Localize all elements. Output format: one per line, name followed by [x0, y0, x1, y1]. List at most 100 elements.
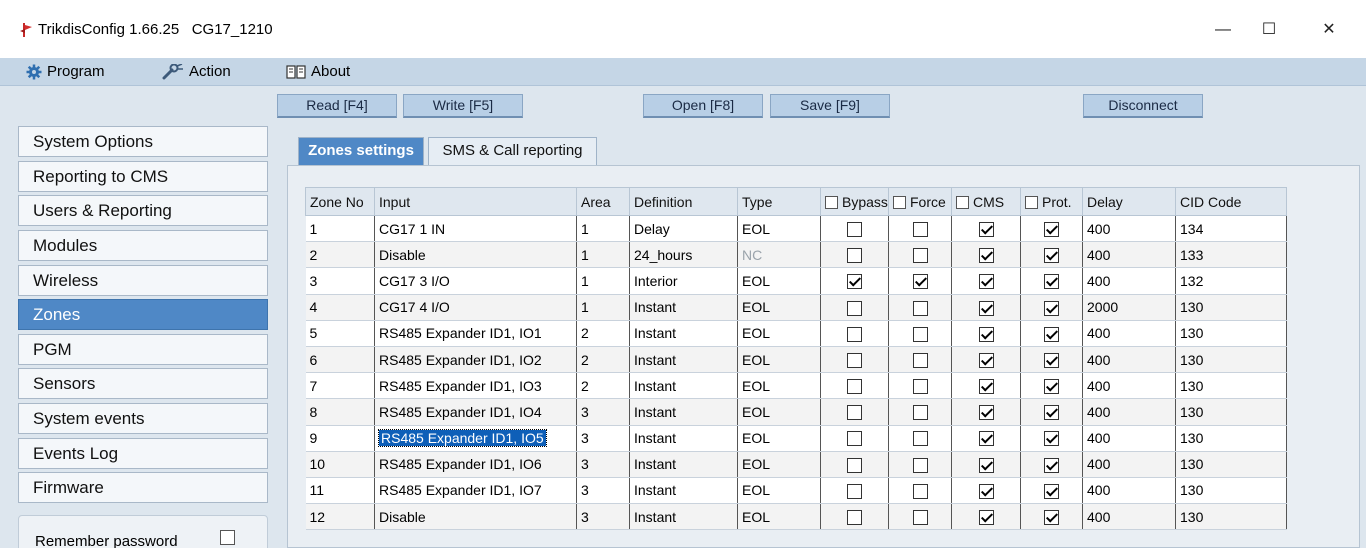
cell-type[interactable]: EOL: [737, 425, 821, 452]
bypass-checkbox[interactable]: [847, 457, 862, 473]
bypass-checkbox[interactable]: [847, 221, 862, 237]
cell-area[interactable]: 1: [576, 294, 630, 321]
write-button[interactable]: Write [F5]: [403, 94, 523, 118]
force-checkbox[interactable]: [912, 510, 928, 526]
force-checkbox[interactable]: [912, 300, 928, 316]
bypass-checkbox[interactable]: [847, 274, 862, 290]
open-button[interactable]: Open [F8]: [643, 94, 763, 118]
cell-cid[interactable]: 130: [1175, 398, 1287, 426]
save-button[interactable]: Save [F9]: [770, 94, 890, 118]
cell-definition[interactable]: 24_hours: [629, 241, 738, 269]
cell-type[interactable]: NC: [737, 241, 821, 269]
cell-delay[interactable]: 400: [1082, 477, 1176, 505]
cell-input[interactable]: RS485 Expander ID1, IO2: [374, 346, 577, 374]
menu-program[interactable]: Program: [26, 62, 105, 82]
cell-area[interactable]: 3: [576, 477, 630, 505]
table-row[interactable]: 7 RS485 Expander ID1, IO3 2 Instant EOL 400 13…: [305, 372, 1287, 400]
cell-zone[interactable]: 5: [305, 320, 375, 347]
cell-type[interactable]: EOL: [737, 372, 821, 400]
cell-definition[interactable]: Instant: [629, 346, 738, 374]
prot-checkbox[interactable]: [1044, 431, 1059, 447]
maximize-button[interactable]: ☐: [1254, 18, 1284, 42]
prot-checkbox[interactable]: [1044, 510, 1059, 526]
bypass-checkbox[interactable]: [847, 248, 862, 264]
prot-checkbox[interactable]: [1044, 300, 1059, 316]
cell-definition[interactable]: Instant: [629, 477, 738, 505]
minimize-button[interactable]: —: [1208, 18, 1238, 42]
cms-checkbox[interactable]: [978, 379, 994, 395]
table-row[interactable]: 8 RS485 Expander ID1, IO4 3 Instant EOL 400 13…: [305, 398, 1287, 426]
table-row[interactable]: 10 RS485 Expander ID1, IO6 3 Instant EOL 400 1…: [305, 451, 1287, 478]
force-checkbox[interactable]: [912, 274, 928, 290]
cell-cid[interactable]: 130: [1175, 451, 1287, 478]
sidebar-item-modules[interactable]: Modules: [18, 230, 268, 261]
prot-checkbox[interactable]: [1044, 352, 1059, 368]
cell-input[interactable]: Disable: [374, 241, 577, 269]
force-checkbox[interactable]: [912, 248, 928, 264]
bypass-checkbox[interactable]: [847, 431, 862, 447]
cell-zone[interactable]: 1: [305, 215, 375, 243]
disconnect-button[interactable]: Disconnect: [1083, 94, 1203, 118]
force-checkbox[interactable]: [912, 405, 928, 421]
sidebar-item-reporting-to-cms[interactable]: Reporting to CMS: [18, 161, 268, 192]
prot-checkbox[interactable]: [1044, 379, 1059, 395]
sidebar-item-system-options[interactable]: System Options: [18, 126, 268, 157]
bypass-checkbox[interactable]: [847, 352, 862, 368]
cell-area[interactable]: 2: [576, 320, 630, 347]
cell-type[interactable]: EOL: [737, 267, 821, 295]
cell-delay[interactable]: 400: [1082, 503, 1176, 531]
cell-input[interactable]: CG17 3 I/O: [374, 267, 577, 295]
col-input[interactable]: Input: [374, 187, 577, 216]
cell-definition[interactable]: Instant: [629, 372, 738, 400]
cell-definition[interactable]: Delay: [629, 215, 738, 243]
force-checkbox[interactable]: [912, 326, 928, 342]
cell-zone[interactable]: 7: [305, 372, 375, 400]
cell-delay[interactable]: 400: [1082, 451, 1176, 478]
cell-area[interactable]: 3: [576, 503, 630, 531]
cell-input[interactable]: RS485 Expander ID1, IO3: [374, 372, 577, 400]
cell-delay[interactable]: 400: [1082, 398, 1176, 426]
cell-cid[interactable]: 130: [1175, 503, 1287, 531]
tab-sms-call-reporting[interactable]: SMS & Call reporting: [428, 137, 597, 165]
sidebar-item-events-log[interactable]: Events Log: [18, 438, 268, 469]
bypass-checkbox[interactable]: [847, 510, 862, 526]
cms-checkbox[interactable]: [978, 248, 994, 264]
col-definition[interactable]: Definition: [629, 187, 738, 216]
cell-area[interactable]: 3: [576, 451, 630, 478]
table-row[interactable]: 11 RS485 Expander ID1, IO7 3 Instant EOL 400 1…: [305, 477, 1287, 505]
cell-input[interactable]: RS485 Expander ID1, IO5: [374, 425, 577, 452]
cell-definition[interactable]: Instant: [629, 503, 738, 531]
cell-definition[interactable]: Interior: [629, 267, 738, 295]
cell-type[interactable]: EOL: [737, 451, 821, 478]
cell-delay[interactable]: 400: [1082, 241, 1176, 269]
sidebar-item-firmware[interactable]: Firmware: [18, 472, 268, 503]
prot-checkbox[interactable]: [1044, 483, 1059, 499]
col-delay[interactable]: Delay: [1082, 187, 1176, 216]
cell-zone[interactable]: 3: [305, 267, 375, 295]
cms-checkbox[interactable]: [978, 300, 994, 316]
sidebar-item-system-events[interactable]: System events: [18, 403, 268, 434]
force-checkbox[interactable]: [912, 379, 928, 395]
cell-zone[interactable]: 10: [305, 451, 375, 478]
menu-about[interactable]: About: [286, 62, 350, 82]
cms-all-checkbox[interactable]: [956, 195, 969, 209]
prot-checkbox[interactable]: [1044, 405, 1059, 421]
cell-type[interactable]: EOL: [737, 294, 821, 321]
force-checkbox[interactable]: [912, 352, 928, 368]
prot-all-checkbox[interactable]: [1025, 195, 1038, 209]
bypass-checkbox[interactable]: [847, 326, 862, 342]
cell-zone[interactable]: 12: [305, 503, 375, 531]
col-prot[interactable]: Prot.: [1020, 187, 1083, 216]
cms-checkbox[interactable]: [978, 221, 994, 237]
prot-checkbox[interactable]: [1044, 457, 1059, 473]
force-all-checkbox[interactable]: [893, 195, 906, 209]
cell-input[interactable]: CG17 4 I/O: [374, 294, 577, 321]
table-row[interactable]: 1 CG17 1 IN 1 Delay EOL 400 134: [305, 215, 1287, 243]
cell-type[interactable]: EOL: [737, 477, 821, 505]
cell-zone[interactable]: 11: [305, 477, 375, 505]
sidebar-item-users-reporting[interactable]: Users & Reporting: [18, 195, 268, 226]
sidebar-item-sensors[interactable]: Sensors: [18, 368, 268, 399]
prot-checkbox[interactable]: [1044, 274, 1059, 290]
cell-type[interactable]: EOL: [737, 320, 821, 347]
cell-delay[interactable]: 400: [1082, 372, 1176, 400]
